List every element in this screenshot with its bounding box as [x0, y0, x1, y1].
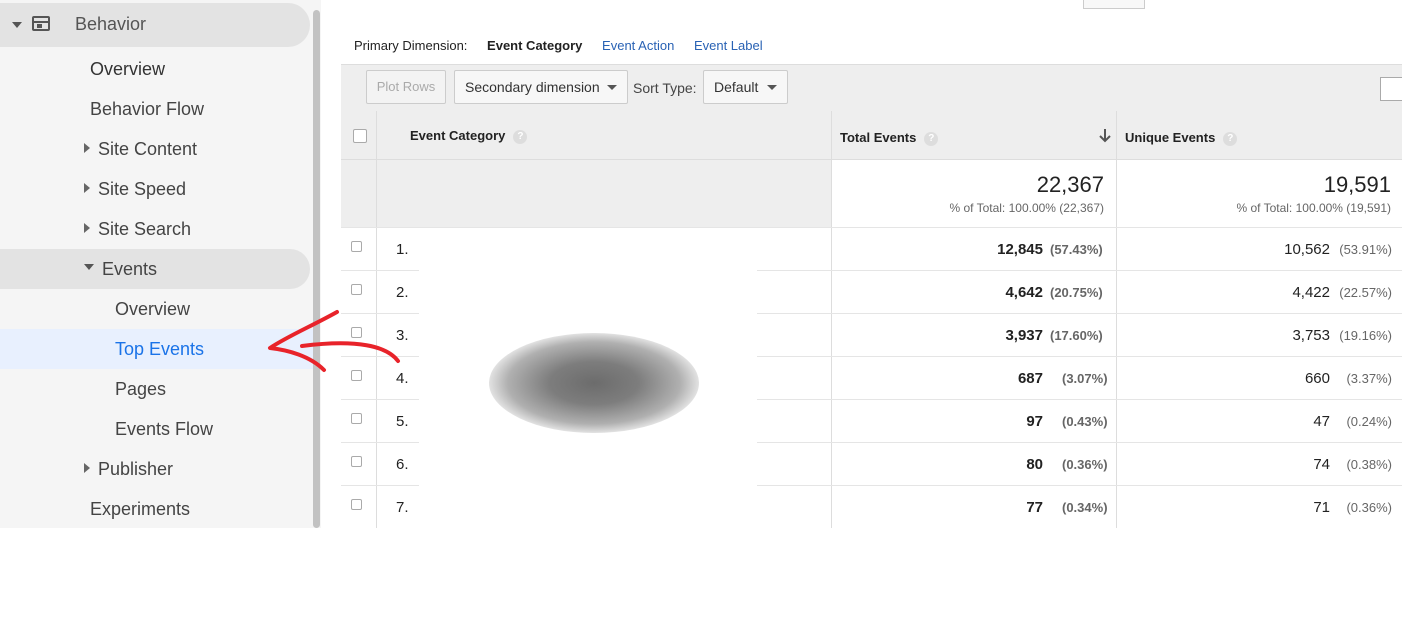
plot-rows-button[interactable]: Plot Rows — [366, 70, 446, 104]
sort-type-value: Default — [714, 79, 759, 95]
dropdown-arrow-icon — [607, 85, 617, 90]
sidebar-item-pages[interactable]: Pages — [115, 369, 166, 409]
header-total-events[interactable]: Total Events? — [840, 130, 939, 146]
row-number: 2. — [396, 284, 409, 301]
secondary-dimension-label: Secondary dimension — [465, 79, 600, 95]
primary-dimension-label: Primary Dimension: — [354, 38, 468, 53]
sidebar-item-overview[interactable]: Overview — [90, 49, 165, 89]
unique-events-percent-cell: (0.24%) — [1346, 414, 1392, 429]
redaction-blur — [489, 333, 699, 433]
unique-events-cell: 71 — [1313, 499, 1330, 516]
select-all-checkbox[interactable] — [353, 129, 367, 143]
row-number: 6. — [396, 456, 409, 473]
sidebar-item-experiments[interactable]: Experiments — [90, 489, 190, 529]
chevron-right-icon — [84, 223, 90, 234]
total-events-percent-cell: (57.43%) — [1050, 242, 1103, 257]
total-events-percent-cell: (17.60%) — [1050, 328, 1103, 343]
caret-down-icon — [12, 22, 22, 28]
row-number: 1. — [396, 241, 409, 258]
help-icon[interactable]: ? — [1223, 131, 1238, 146]
main-content: Primary Dimension: Event Category Event … — [341, 0, 1402, 639]
unique-events-percent-cell: (3.37%) — [1346, 371, 1392, 386]
unique-events-cell: 3,753 — [1292, 327, 1330, 344]
header-unique-events[interactable]: Unique Events? — [1125, 130, 1238, 146]
total-events-cell: 4,642 — [1005, 284, 1043, 301]
unique-events-percent-cell: (53.91%) — [1339, 242, 1392, 257]
total-events-cell: 77 — [1026, 499, 1043, 516]
row-checkbox[interactable] — [351, 241, 362, 252]
annotation-arrow-icon — [268, 310, 400, 372]
chevron-right-icon — [84, 143, 90, 154]
unique-events-cell: 4,422 — [1292, 284, 1330, 301]
sort-descending-icon[interactable] — [1098, 128, 1112, 144]
unique-events-total-percent: % of Total: 100.00% (19,591) — [1236, 201, 1391, 215]
row-number: 5. — [396, 413, 409, 430]
sidebar-item-site-content[interactable]: Site Content — [84, 129, 197, 169]
unique-events-percent-cell: (19.16%) — [1339, 328, 1392, 343]
help-icon[interactable]: ? — [924, 131, 939, 146]
secondary-dimension-dropdown[interactable]: Secondary dimension — [454, 70, 628, 104]
unique-events-cell: 74 — [1313, 456, 1330, 473]
total-events-percent: % of Total: 100.00% (22,367) — [949, 201, 1104, 215]
table-toolbar: Plot Rows Secondary dimension Sort Type:… — [341, 64, 1402, 112]
redacted-category-names — [419, 228, 757, 639]
help-icon[interactable]: ? — [513, 129, 528, 144]
sidebar-item-site-search[interactable]: Site Search — [84, 209, 191, 249]
total-events-cell: 3,937 — [1005, 327, 1043, 344]
row-checkbox[interactable] — [351, 499, 362, 510]
sidebar-section-behavior[interactable]: Behavior — [0, 3, 310, 47]
sidebar-item-site-speed[interactable]: Site Speed — [84, 169, 186, 209]
dimension-current: Event Category — [487, 38, 583, 53]
chevron-right-icon — [84, 463, 90, 474]
total-events-cell: 97 — [1026, 413, 1043, 430]
totals-gutter — [341, 160, 376, 227]
sidebar: Behavior Overview Behavior Flow Site Con… — [0, 0, 321, 528]
dimension-link-event-label[interactable]: Event Label — [694, 38, 763, 53]
unique-events-cell: 47 — [1313, 413, 1330, 430]
total-events-percent-cell: (20.75%) — [1050, 285, 1103, 300]
total-events-cell: 12,845 — [997, 241, 1043, 258]
unique-events-cell: 660 — [1304, 370, 1330, 387]
row-checkbox[interactable] — [351, 456, 362, 467]
total-events-percent-cell: (3.07%) — [1062, 371, 1108, 386]
dropdown-arrow-icon — [767, 85, 777, 90]
sidebar-item-events[interactable]: Events — [84, 249, 157, 289]
sidebar-item-behavior-flow[interactable]: Behavior Flow — [90, 89, 204, 129]
sidebar-item-publisher[interactable]: Publisher — [84, 449, 173, 489]
unique-events-percent-cell: (0.38%) — [1346, 457, 1392, 472]
total-events-percent-cell: (0.36%) — [1062, 457, 1108, 472]
sidebar-item-top-events[interactable]: Top Events — [115, 329, 204, 369]
unique-events-percent-cell: (0.36%) — [1346, 500, 1392, 515]
sort-type-label: Sort Type: — [633, 80, 697, 96]
search-input[interactable] — [1380, 77, 1402, 101]
unique-events-total-value: 19,591 — [1323, 172, 1391, 197]
chevron-right-icon — [84, 183, 90, 194]
unique-events-percent-cell: (22.57%) — [1339, 285, 1392, 300]
collapse-tab[interactable] — [1083, 0, 1145, 9]
sidebar-scrollbar[interactable] — [313, 10, 320, 528]
sort-type-dropdown[interactable]: Default — [703, 70, 788, 104]
total-events-cell: 687 — [1017, 370, 1043, 387]
unique-events-cell: 10,562 — [1284, 241, 1330, 258]
total-events-cell: 80 — [1026, 456, 1043, 473]
chevron-down-icon — [84, 264, 94, 271]
header-event-category[interactable]: Event Category? — [410, 128, 528, 144]
primary-dimension-bar: Primary Dimension: Event Category Event … — [354, 37, 779, 57]
row-checkbox[interactable] — [351, 284, 362, 295]
total-events-value: 22,367 — [1036, 172, 1104, 197]
row-checkbox[interactable] — [351, 413, 362, 424]
sidebar-item-events-flow[interactable]: Events Flow — [115, 409, 213, 449]
total-events-percent-cell: (0.34%) — [1062, 500, 1108, 515]
total-events-percent-cell: (0.43%) — [1062, 414, 1108, 429]
dimension-link-event-action[interactable]: Event Action — [602, 38, 674, 53]
totals-category-cell — [377, 160, 831, 227]
behavior-icon — [32, 16, 50, 31]
sidebar-item-events-overview[interactable]: Overview — [115, 289, 190, 329]
sidebar-section-label: Behavior — [75, 14, 147, 34]
row-number: 7. — [396, 499, 409, 516]
